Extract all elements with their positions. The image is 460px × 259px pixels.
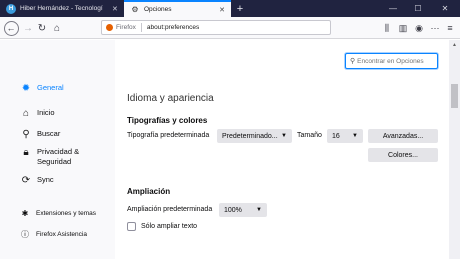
gear-icon: ✹ (21, 82, 31, 94)
sync-icon: ⟳ (21, 174, 31, 186)
default-zoom-label: Ampliación predeterminada (127, 206, 213, 213)
url-text[interactable]: about:preferences (147, 24, 199, 31)
chevron-down-icon: ▼ (256, 207, 262, 213)
sidebar-item-label: Buscar (37, 129, 61, 138)
close-window-button[interactable]: ✕ (434, 0, 456, 17)
sidebar-toggle-icon[interactable]: ▥ (396, 17, 410, 39)
checkbox-label: Sólo ampliar texto (141, 223, 198, 230)
font-size-select[interactable]: 16 ▼ (327, 129, 363, 143)
default-zoom-select[interactable]: 100% ▼ (219, 203, 267, 217)
extensions-themes-link[interactable]: ✱ Extensiones y temas (20, 209, 96, 218)
close-tab-icon[interactable]: ✕ (112, 5, 118, 13)
select-value: 100% (224, 206, 242, 214)
tab-label: Hiber Hernández - Tecnologí (20, 5, 103, 12)
puzzle-icon: ✱ (21, 209, 29, 218)
zoom-text-only-option[interactable]: Sólo ampliar texto (127, 222, 197, 231)
select-value: Predeterminado... (222, 132, 278, 140)
hamburger-menu-icon[interactable]: ≡ (443, 17, 457, 39)
font-size-label: Tamaño (297, 132, 322, 139)
search-input[interactable]: ⚲ Encontrar en Opciones (345, 53, 438, 69)
tab-hiber-hernandez[interactable]: H Hiber Hernández - Tecnologí ✕ (0, 0, 123, 17)
sidebar-item-inicio[interactable]: ⌂ Inicio (20, 107, 55, 119)
ellipsis-icon[interactable]: ⋯ (428, 17, 442, 39)
advanced-fonts-button[interactable]: Avanzadas... (368, 129, 438, 143)
default-font-label: Tipografía predeterminada (127, 132, 210, 139)
back-arrow-icon: ← (3, 20, 19, 36)
reload-icon[interactable]: ↻ (34, 17, 50, 39)
search-placeholder: Encontrar en Opciones (357, 57, 424, 65)
sidebar-item-buscar[interactable]: ⚲ Buscar (20, 128, 60, 140)
scroll-up-arrow-icon[interactable]: ▲ (449, 40, 460, 49)
home-icon[interactable]: ⌂ (49, 17, 65, 39)
sidebar-item-privacidad[interactable]: 🔒︎ Privacidad & Seguridad (20, 146, 97, 167)
gear-icon: ⚙ (131, 5, 139, 14)
footer-label: Firefox Asistencia (36, 231, 87, 238)
default-font-select[interactable]: Predeterminado... ▼ (217, 129, 292, 143)
sidebar-item-label: Sync (37, 175, 54, 184)
back-button[interactable]: ← (2, 17, 20, 39)
chevron-down-icon: ▼ (352, 133, 358, 139)
colors-button[interactable]: Colores... (368, 148, 438, 162)
scrollbar[interactable] (449, 40, 460, 259)
footer-label: Extensiones y temas (36, 210, 96, 217)
tab-label: Opciones (144, 6, 172, 13)
select-value: 16 (332, 132, 340, 140)
tab-opciones[interactable]: ⚙ Opciones ✕ (124, 0, 231, 17)
search-icon: ⚲ (350, 58, 356, 65)
help-icon: ⓘ (21, 230, 29, 239)
url-bar[interactable]: Firefox about:preferences (101, 20, 331, 35)
scrollbar-thumb[interactable] (451, 84, 458, 108)
sidebar-item-label: Privacidad & Seguridad (37, 147, 80, 166)
firefox-support-link[interactable]: ⓘ Firefox Asistencia (20, 229, 87, 240)
sidebar-item-label: Inicio (37, 108, 55, 117)
identity-label: Firefox (116, 24, 136, 31)
minimize-button[interactable]: — (382, 0, 404, 17)
firefox-logo-icon (106, 24, 113, 31)
zoom-text-only-checkbox[interactable] (127, 222, 136, 231)
identity-box[interactable]: Firefox (106, 24, 136, 31)
new-tab-plus-icon[interactable]: + (233, 0, 247, 17)
fonts-heading: Tipografías y colores (127, 116, 208, 125)
sidebar-item-label: General (37, 83, 64, 92)
sidebar-item-general[interactable]: ✹ General (20, 82, 64, 94)
library-icon[interactable]: ⫼ (380, 17, 394, 39)
maximize-button[interactable]: ☐ (407, 0, 429, 17)
divider (140, 23, 142, 32)
search-icon: ⚲ (22, 128, 30, 140)
chevron-down-icon: ▼ (281, 133, 287, 139)
zoom-heading: Ampliación (127, 187, 171, 196)
account-icon[interactable]: ◉ (412, 17, 426, 39)
sidebar-item-sync[interactable]: ⟳ Sync (20, 174, 54, 186)
site-favicon-icon: H (6, 3, 16, 14)
lock-icon: 🔒︎ (23, 146, 29, 158)
section-title: Idioma y apariencia (127, 93, 214, 104)
home-icon: ⌂ (22, 107, 30, 119)
close-tab-icon[interactable]: ✕ (219, 6, 225, 14)
